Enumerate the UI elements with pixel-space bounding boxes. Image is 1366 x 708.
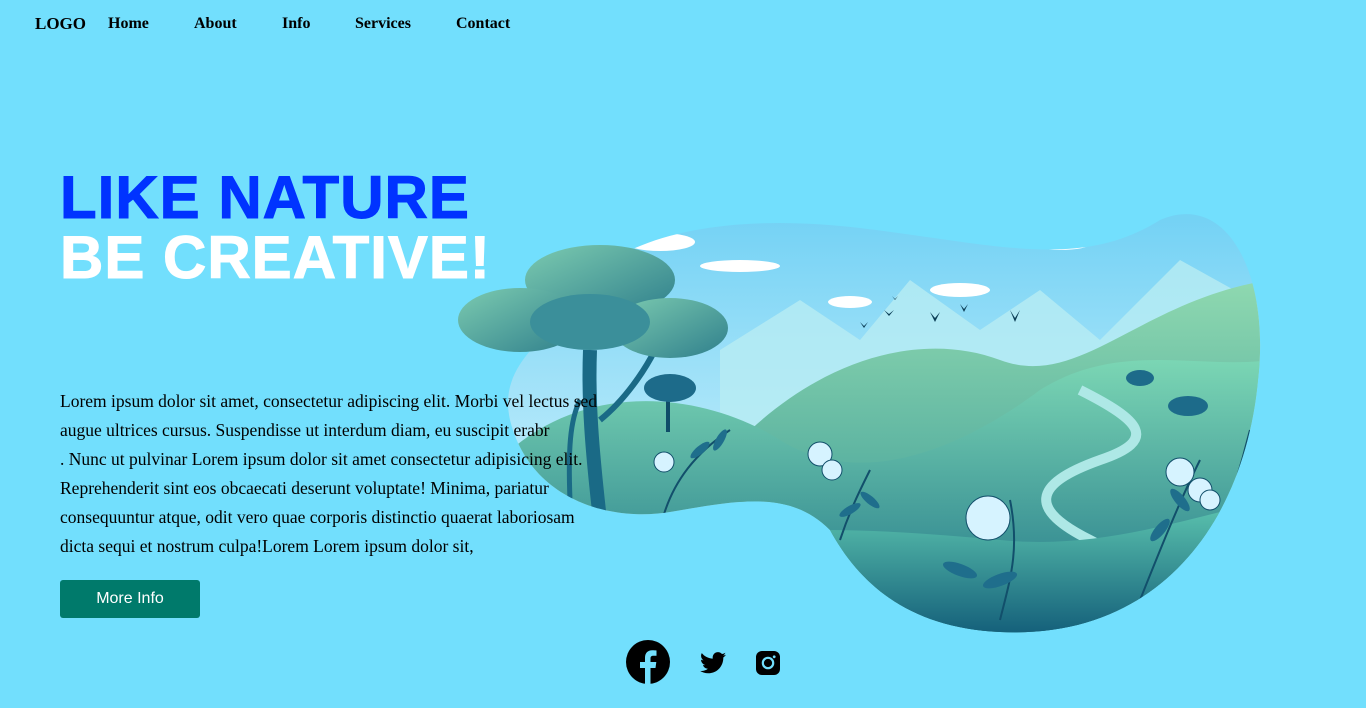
description-line: consequuntur atque, odit vero quae corpo…: [60, 507, 575, 527]
nav-link-services[interactable]: Services: [355, 15, 411, 33]
twitter-icon[interactable]: [700, 652, 726, 674]
hero-description: Lorem ipsum dolor sit amet, consectetur …: [60, 387, 660, 561]
nav-link-home[interactable]: Home: [108, 15, 149, 33]
facebook-icon[interactable]: [626, 640, 670, 684]
instagram-icon[interactable]: [756, 651, 780, 675]
description-line: Lorem ipsum dolor sit amet, consectetur …: [60, 391, 598, 411]
description-line: Reprehenderit sint eos obcaecati deserun…: [60, 478, 549, 498]
nav-link-about[interactable]: About: [194, 15, 237, 33]
nav-link-info[interactable]: Info: [282, 15, 310, 33]
headline-line-1: LIKE NATURE: [60, 164, 470, 231]
logo[interactable]: LOGO: [35, 14, 86, 34]
description-line: augue ultrices cursus. Suspendisse ut in…: [60, 420, 550, 440]
hero-headline: LIKE NATURE BE CREATIVE!: [60, 164, 491, 291]
landing-page: LOGO Home About Info Services Contact LI…: [0, 0, 1366, 708]
headline-line-2: BE CREATIVE!: [60, 224, 491, 291]
description-line: . Nunc ut pulvinar Lorem ipsum dolor sit…: [60, 449, 583, 469]
nav-link-contact[interactable]: Contact: [456, 15, 510, 33]
description-line: dicta sequi et nostrum culpa!Lorem Lorem…: [60, 536, 474, 556]
more-info-button[interactable]: More Info: [60, 580, 200, 618]
